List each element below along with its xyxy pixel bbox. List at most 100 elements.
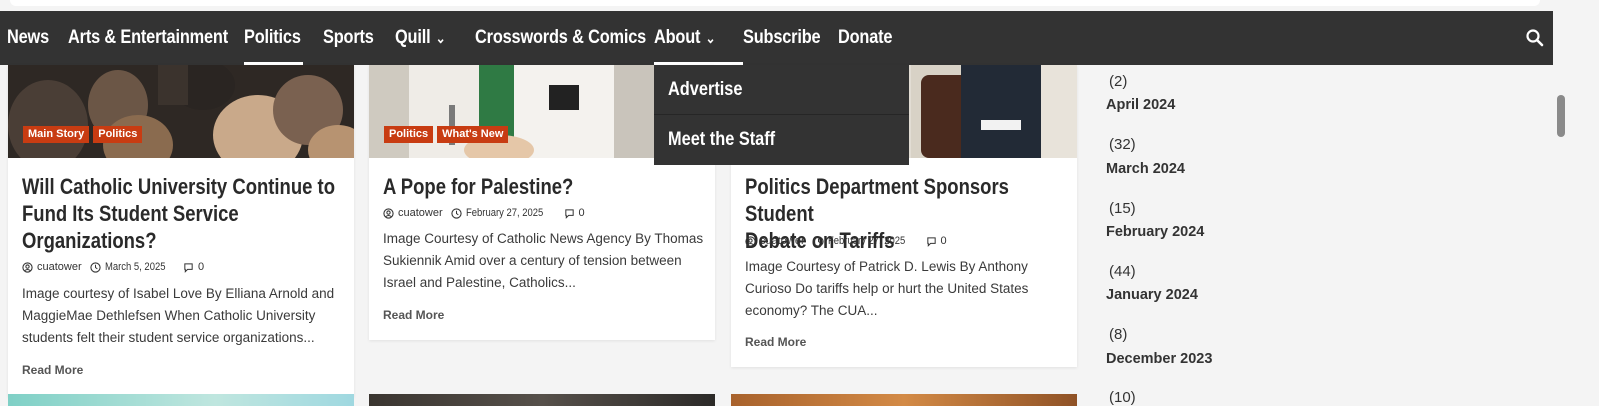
browser-edge bbox=[10, 0, 1540, 6]
nav-item-about[interactable]: About ⌄ bbox=[654, 11, 716, 65]
comment-count: 0 bbox=[197, 261, 205, 273]
nav-item-donate[interactable]: Donate bbox=[838, 11, 893, 65]
menu-item-label: Meet the Staff bbox=[668, 129, 776, 150]
excerpt-line: Image Courtesy of Patrick D. Lewis By An… bbox=[745, 259, 1028, 274]
author-name: cuatower bbox=[37, 261, 82, 273]
chevron-down-icon: ⌄ bbox=[435, 30, 446, 46]
archive-month-link[interactable]: March 2024 bbox=[1106, 161, 1185, 177]
tag-politics[interactable]: Politics bbox=[93, 126, 143, 143]
excerpt-line: Israel and Palestine, Catholics... bbox=[383, 275, 576, 290]
scrollbar-thumb[interactable] bbox=[1557, 95, 1565, 137]
card-tags: Politics What's New bbox=[384, 126, 509, 143]
user-icon bbox=[383, 207, 394, 219]
article-title-line: A Pope for Palestine? bbox=[383, 174, 574, 199]
article-title[interactable]: Will Catholic University Continue to Fun… bbox=[22, 173, 358, 254]
post-date: March 5, 2025 bbox=[104, 261, 166, 273]
excerpt-line: Image courtesy of Isabel Love By Elliana… bbox=[22, 286, 335, 301]
tag-main-story[interactable]: Main Story bbox=[23, 126, 90, 143]
nav-item-sports[interactable]: Sports bbox=[323, 11, 374, 65]
archive-count: (15) bbox=[1109, 200, 1136, 217]
article-excerpt: Image courtesy of Isabel Love By Elliana… bbox=[22, 283, 334, 349]
article-image[interactable]: Main Story Politics bbox=[8, 65, 354, 158]
article-title-line: Organizations? bbox=[22, 228, 157, 253]
comment-icon bbox=[926, 236, 936, 247]
archive-count: (10) bbox=[1109, 389, 1136, 406]
author-link[interactable]: cuatower bbox=[22, 261, 82, 273]
article-title-line: Politics Department Sponsors Student bbox=[745, 174, 1009, 226]
comments-link[interactable]: 0 bbox=[564, 207, 585, 219]
card-tags: Main Story Politics bbox=[23, 126, 143, 143]
author-link[interactable]: cuatower bbox=[383, 207, 443, 219]
author-link[interactable]: cuatower bbox=[745, 235, 805, 247]
menu-item-meet-the-staff[interactable]: Meet the Staff bbox=[654, 115, 909, 165]
clock-icon bbox=[813, 235, 824, 247]
archives-sidebar: (2) April 2024 (32) March 2024 (15) Febr… bbox=[1092, 65, 1553, 406]
nav-item-quill[interactable]: Quill ⌄ bbox=[395, 11, 446, 65]
top-strip bbox=[0, 0, 1553, 10]
excerpt-line: Sukiennik Amid over a century of tension… bbox=[383, 253, 682, 268]
excerpt-line: economy? The CUA... bbox=[745, 303, 878, 318]
archive-count: (8) bbox=[1109, 326, 1128, 343]
comment-count: 0 bbox=[578, 207, 585, 219]
archive-count: (44) bbox=[1109, 263, 1136, 280]
archive-count: (2) bbox=[1109, 73, 1128, 90]
author-name: cuatower bbox=[760, 235, 805, 247]
read-more-link[interactable]: Read More bbox=[745, 335, 806, 349]
article-title[interactable]: A Pope for Palestine? bbox=[383, 173, 719, 200]
article-meta: cuatower February 27, 2025 0 bbox=[383, 207, 593, 219]
photo-crowd bbox=[8, 65, 354, 158]
read-more-link[interactable]: Read More bbox=[383, 308, 444, 322]
nav-item-about-label: About bbox=[654, 27, 701, 48]
author-name: cuatower bbox=[398, 207, 443, 219]
page-scrollbar[interactable] bbox=[1553, 0, 1599, 406]
article-meta: cuatower March 5, 2025 0 bbox=[22, 261, 212, 273]
date-link[interactable]: February 27, 2025 bbox=[451, 207, 556, 219]
chevron-down-icon: ⌄ bbox=[705, 30, 716, 46]
article-card: Main Story Politics Will Catholic Univer… bbox=[8, 65, 354, 397]
clock-icon bbox=[451, 207, 462, 219]
search-icon[interactable] bbox=[1524, 27, 1546, 49]
clock-icon bbox=[90, 261, 101, 273]
about-dropdown-menu: Advertise Meet the Staff bbox=[654, 65, 909, 165]
nav-item-subscribe[interactable]: Subscribe bbox=[743, 11, 821, 65]
archive-month-link[interactable]: February 2024 bbox=[1106, 224, 1204, 240]
post-date: February 27, 2025 bbox=[827, 235, 905, 247]
article-image[interactable] bbox=[369, 394, 715, 406]
nav-item-crosswords-comics[interactable]: Crosswords & Comics bbox=[475, 11, 646, 65]
excerpt-line: Image Courtesy of Catholic News Agency B… bbox=[383, 231, 704, 246]
comments-link[interactable]: 0 bbox=[926, 235, 947, 247]
date-link[interactable]: February 27, 2025 bbox=[813, 235, 918, 247]
comment-count: 0 bbox=[940, 235, 947, 247]
nav-item-quill-label: Quill bbox=[395, 27, 431, 48]
article-title-line: Fund Its Student Service bbox=[22, 201, 239, 226]
date-link[interactable]: March 5, 2025 bbox=[90, 261, 175, 273]
user-icon bbox=[745, 235, 756, 247]
user-icon bbox=[22, 261, 33, 273]
nav-item-arts-entertainment[interactable]: Arts & Entertainment bbox=[68, 11, 228, 65]
excerpt-line: students felt their student service orga… bbox=[22, 330, 315, 345]
article-title-line: Will Catholic University Continue to bbox=[22, 174, 335, 199]
read-more-link[interactable]: Read More bbox=[22, 363, 83, 377]
menu-item-advertise[interactable]: Advertise bbox=[654, 65, 909, 115]
tag-politics[interactable]: Politics bbox=[384, 126, 434, 143]
comment-icon bbox=[564, 208, 574, 219]
article-image[interactable] bbox=[731, 394, 1077, 406]
article-image[interactable] bbox=[8, 394, 354, 406]
archive-count: (32) bbox=[1109, 136, 1136, 153]
archive-month-link[interactable]: January 2024 bbox=[1106, 287, 1198, 303]
nav-item-politics[interactable]: Politics bbox=[244, 11, 301, 65]
nav-item-news[interactable]: News bbox=[7, 11, 49, 65]
tag-whats-new[interactable]: What's New bbox=[437, 126, 509, 143]
excerpt-line: MaggieMae Dethlefsen When Catholic Unive… bbox=[22, 308, 316, 323]
archive-month-link[interactable]: December 2023 bbox=[1106, 351, 1212, 367]
comment-icon bbox=[184, 262, 193, 273]
article-excerpt: Image Courtesy of Patrick D. Lewis By An… bbox=[745, 256, 1028, 322]
menu-item-label: Advertise bbox=[668, 79, 743, 100]
excerpt-line: Curioso Do tariffs help or hurt the Unit… bbox=[745, 281, 1029, 296]
post-date: February 27, 2025 bbox=[465, 207, 543, 219]
archive-month-link[interactable]: April 2024 bbox=[1106, 97, 1175, 113]
article-excerpt: Image Courtesy of Catholic News Agency B… bbox=[383, 228, 703, 294]
comments-link[interactable]: 0 bbox=[183, 261, 204, 273]
main-navbar: News Arts & Entertainment Politics Sport… bbox=[0, 11, 1553, 65]
article-meta: cuatower February 27, 2025 0 bbox=[745, 235, 955, 247]
